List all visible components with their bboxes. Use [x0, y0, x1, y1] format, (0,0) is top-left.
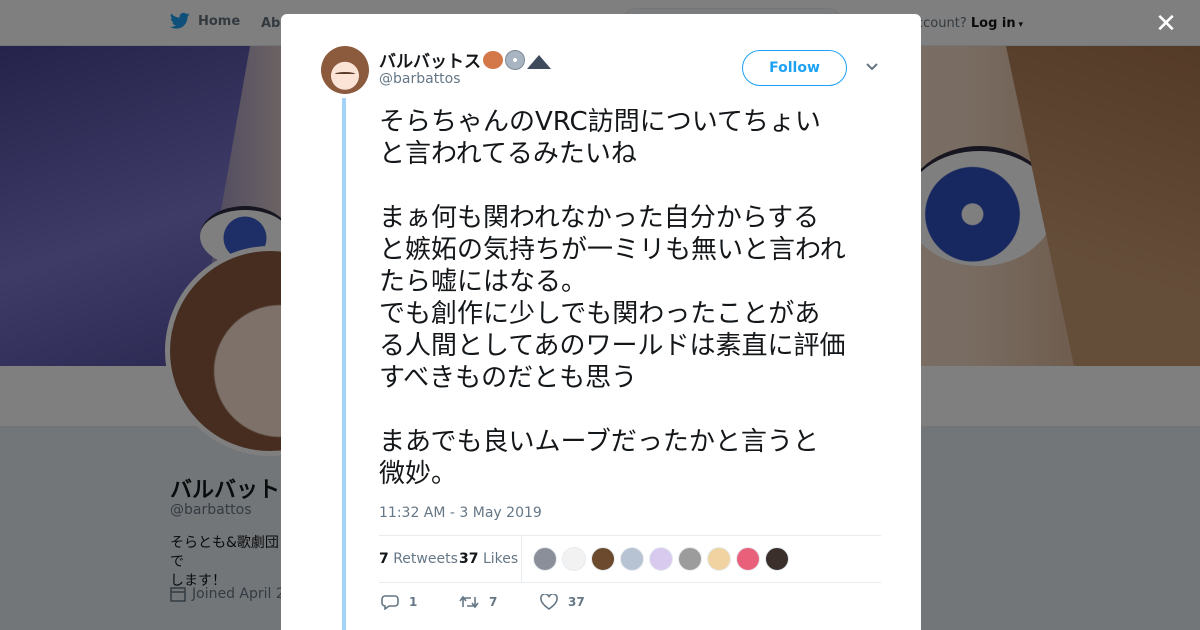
- retweet-count: 7: [489, 595, 498, 609]
- retweets-label: Retweets: [393, 551, 458, 567]
- tweet-stats: 7 Retweets 37 Likes: [379, 535, 881, 583]
- retweets-count: 7: [379, 551, 389, 567]
- liker-avatar[interactable]: [620, 547, 644, 571]
- tweet-modal: バルバットス @barbattos Follow そらちゃんのVRC訪問について…: [281, 14, 921, 630]
- retweet-button[interactable]: 7: [459, 594, 497, 610]
- reply-button[interactable]: 1: [381, 594, 417, 610]
- like-button[interactable]: 37: [540, 594, 585, 610]
- tweet-actions: 1 7 37: [379, 592, 881, 616]
- liker-avatar[interactable]: [649, 547, 673, 571]
- bear-face-icon: [483, 50, 503, 69]
- tweet-author-name-text: バルバットス: [379, 52, 481, 72]
- stats-divider: [521, 536, 522, 583]
- follow-button[interactable]: Follow: [742, 50, 847, 86]
- tweet-author-name[interactable]: バルバットス: [379, 47, 551, 72]
- liker-avatar[interactable]: [765, 547, 789, 571]
- retweet-icon: [459, 595, 479, 609]
- tweet-author-handle[interactable]: @barbattos: [379, 71, 461, 87]
- chevron-down-icon[interactable]: [865, 60, 879, 74]
- mountain-icon: [527, 51, 551, 69]
- reply-count: 1: [409, 595, 418, 609]
- liker-avatar[interactable]: [533, 547, 557, 571]
- liker-avatar[interactable]: [591, 547, 615, 571]
- liker-avatar[interactable]: [707, 547, 731, 571]
- likes-stat[interactable]: 37 Likes: [459, 551, 518, 567]
- reply-icon: [381, 595, 399, 610]
- retweets-stat[interactable]: 7 Retweets: [379, 551, 458, 567]
- avatar[interactable]: [321, 46, 369, 94]
- likes-label: Likes: [482, 551, 519, 567]
- optical-disc-icon: [505, 49, 525, 70]
- liker-avatar[interactable]: [562, 547, 586, 571]
- liker-avatar[interactable]: [736, 547, 760, 571]
- tweet-timestamp[interactable]: 11:32 AM - 3 May 2019: [379, 505, 542, 521]
- liker-avatars: [533, 547, 789, 571]
- like-count: 37: [568, 595, 585, 609]
- close-icon[interactable]: ✕: [1154, 11, 1178, 37]
- liker-avatar[interactable]: [678, 547, 702, 571]
- heart-icon: [540, 594, 558, 610]
- tweet-text: そらちゃんのVRC訪問についてちょい と言われてるみたいね まぁ何も関われなかっ…: [379, 107, 846, 489]
- thread-line: [342, 98, 346, 630]
- likes-count: 37: [459, 551, 479, 567]
